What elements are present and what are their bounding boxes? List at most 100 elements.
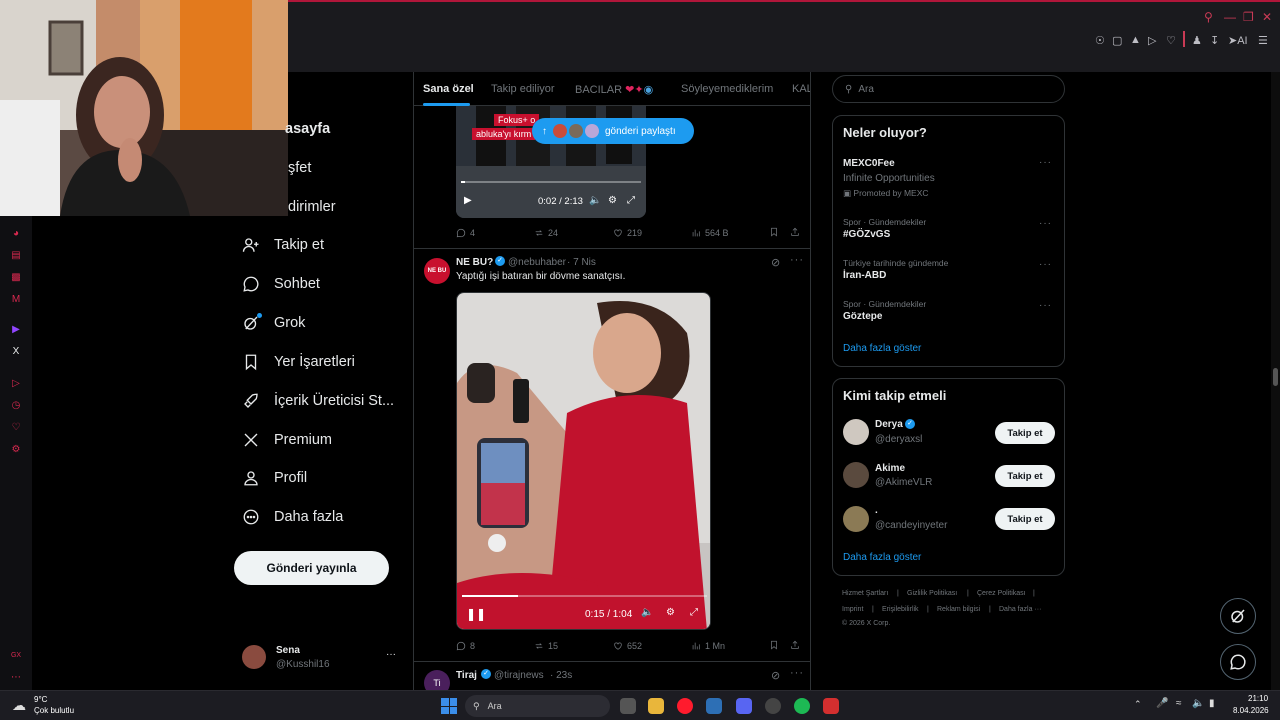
- repost-button[interactable]: 24: [534, 228, 558, 238]
- trend-name[interactable]: #GÖZvGS: [843, 229, 890, 240]
- app-icon[interactable]: [823, 698, 839, 714]
- footer-link[interactable]: Daha fazla ···: [999, 606, 1041, 613]
- nav-notifications[interactable]: dirimler: [288, 192, 336, 222]
- follow-button[interactable]: Takip et: [995, 422, 1055, 444]
- settings-icon[interactable]: ⚙: [10, 444, 22, 456]
- grok-icon[interactable]: ⊘: [771, 669, 780, 682]
- speed-dial-icon[interactable]: ◕: [10, 228, 22, 240]
- play-icon[interactable]: ▶: [464, 195, 472, 206]
- grok-icon[interactable]: ⊘: [771, 256, 780, 269]
- fullscreen-icon[interactable]: ⤢: [627, 195, 635, 206]
- video-progress-track[interactable]: [461, 181, 641, 183]
- close-icon[interactable]: ✕: [1262, 10, 1272, 24]
- nav-premium[interactable]: Premium: [242, 425, 332, 455]
- messages-fab[interactable]: [1220, 644, 1256, 680]
- spotify-icon[interactable]: [794, 698, 810, 714]
- nav-follow[interactable]: Takip et: [242, 230, 324, 260]
- avatar[interactable]: [843, 506, 869, 532]
- minimize-icon[interactable]: —: [1224, 10, 1236, 24]
- follow-button[interactable]: Takip et: [995, 465, 1055, 487]
- tab-following[interactable]: Takip ediliyor: [491, 83, 555, 95]
- microphone-icon[interactable]: 🎤: [1156, 698, 1168, 709]
- trend-name[interactable]: MEXC0Fee: [843, 158, 895, 169]
- user-name[interactable]: Akime: [875, 463, 905, 474]
- views-button[interactable]: 564 B: [691, 228, 729, 238]
- download-icon[interactable]: ↧: [1210, 34, 1219, 47]
- reply-button[interactable]: 4: [456, 228, 475, 238]
- show-more-link[interactable]: Daha fazla göster: [843, 343, 921, 354]
- footer-link[interactable]: Hizmet Şartları: [842, 590, 888, 597]
- post-handle[interactable]: @nebuhaber: [508, 257, 566, 268]
- steam-icon[interactable]: [765, 698, 781, 714]
- show-more-link[interactable]: Daha fazla göster: [843, 552, 921, 563]
- grok-fab[interactable]: [1220, 598, 1256, 634]
- more-icon[interactable]: ···: [1039, 157, 1052, 168]
- volume-icon[interactable]: 🔈: [641, 607, 653, 618]
- menu-icon[interactable]: ☰: [1258, 34, 1268, 47]
- twitch-icon[interactable]: ▶: [10, 324, 22, 336]
- history-icon[interactable]: ◷: [10, 400, 22, 412]
- settings-icon[interactable]: ⚙: [608, 195, 617, 206]
- clock-date[interactable]: 8.04.2026: [1233, 706, 1269, 715]
- ai-icon[interactable]: ➤AI: [1228, 34, 1248, 47]
- volume-icon[interactable]: 🔈: [589, 195, 601, 206]
- gx-icon[interactable]: GX: [10, 650, 22, 662]
- file-explorer-icon[interactable]: [648, 698, 664, 714]
- battery-icon[interactable]: ▮: [1209, 698, 1215, 709]
- opera-gx-icon[interactable]: [677, 698, 693, 714]
- discord-icon[interactable]: [736, 698, 752, 714]
- more-icon[interactable]: ···: [1039, 218, 1052, 229]
- task-view-icon[interactable]: [620, 698, 636, 714]
- account-switcher[interactable]: Sena @Kusshil16 ···: [242, 643, 402, 675]
- share-icon[interactable]: [790, 227, 800, 237]
- reply-button[interactable]: 8: [456, 641, 475, 651]
- nav-bookmarks[interactable]: Yer İşaretleri: [242, 347, 355, 377]
- video-player[interactable]: ❚❚ 0:15 / 1:04 🔈 ⚙ ⤢: [456, 292, 711, 630]
- gaming-icon[interactable]: ▩: [10, 272, 22, 284]
- messenger-icon[interactable]: M: [10, 294, 22, 306]
- fullscreen-icon[interactable]: ⤢: [690, 607, 698, 618]
- search-input[interactable]: ⚲ Ara: [832, 75, 1065, 103]
- tab-for-you[interactable]: Sana özel: [423, 83, 474, 95]
- footer-link[interactable]: Erişilebilirlik: [882, 606, 919, 613]
- footer-link[interactable]: Reklam bilgisi: [937, 606, 980, 613]
- footer-link[interactable]: Gizlilik Politikası: [907, 590, 957, 597]
- user-name[interactable]: Derya: [875, 419, 903, 430]
- search-icon[interactable]: ⚲: [1204, 10, 1213, 24]
- tab-kal[interactable]: KAL: [792, 83, 810, 95]
- like-button[interactable]: 219: [613, 228, 642, 238]
- weather-desc[interactable]: Çok bulutlu: [34, 706, 74, 715]
- pin-icon[interactable]: ☉: [1095, 34, 1105, 47]
- player-icon[interactable]: ▷: [10, 378, 22, 390]
- post-author[interactable]: NE BU?: [456, 257, 493, 268]
- tab-unsaid[interactable]: Söyleyemediklerim: [681, 83, 773, 95]
- maximize-icon[interactable]: ❐: [1243, 10, 1254, 24]
- avatar[interactable]: Ti: [424, 670, 450, 690]
- avatar[interactable]: NE BU: [424, 258, 450, 284]
- play-icon[interactable]: ▷: [1148, 34, 1156, 47]
- post-time[interactable]: · 23s: [550, 670, 572, 681]
- heart-icon[interactable]: ♡: [1166, 34, 1176, 47]
- nav-explore[interactable]: şfet: [288, 153, 311, 183]
- scrollbar-thumb[interactable]: [1273, 368, 1278, 386]
- more-icon[interactable]: ···: [790, 254, 804, 266]
- new-posts-pill[interactable]: ↑ gönderi paylaştı: [532, 118, 694, 144]
- pinboard-icon[interactable]: ♡: [10, 422, 22, 434]
- clock-time[interactable]: 21:10: [1248, 694, 1268, 703]
- nav-more[interactable]: Daha fazla: [242, 502, 343, 532]
- avatar[interactable]: [843, 419, 869, 445]
- more-icon[interactable]: ⋯: [10, 672, 22, 684]
- windows-start-icon[interactable]: [441, 698, 457, 714]
- post-handle[interactable]: @tirajnews: [494, 670, 544, 681]
- repost-button[interactable]: 15: [534, 641, 558, 651]
- account-icon[interactable]: ♟: [1192, 34, 1202, 47]
- user-name[interactable]: .: [875, 505, 878, 516]
- scrollbar[interactable]: [1271, 72, 1280, 690]
- chevron-up-icon[interactable]: ⌃: [1134, 699, 1142, 710]
- more-icon[interactable]: ···: [1039, 259, 1052, 270]
- bookmark-icon[interactable]: [769, 227, 779, 237]
- post-button[interactable]: Gönderi yayınla: [234, 551, 389, 585]
- avatar[interactable]: [843, 462, 869, 488]
- post-time[interactable]: · 7 Nis: [567, 257, 596, 268]
- nav-creator-studio[interactable]: İçerik Üreticisi St...: [242, 386, 394, 416]
